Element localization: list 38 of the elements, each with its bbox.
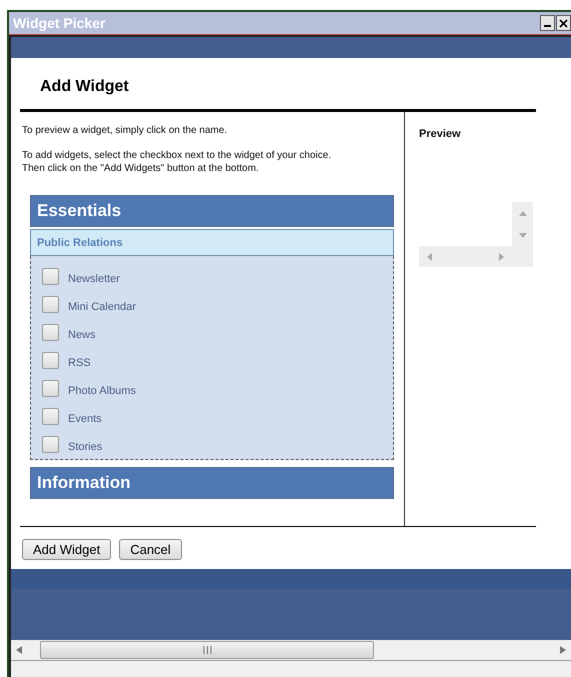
- widget-checkbox[interactable]: [42, 352, 59, 369]
- scroll-right-icon[interactable]: [499, 252, 504, 260]
- group-header[interactable]: Public Relations: [30, 229, 394, 256]
- add-widget-button[interactable]: Add Widget: [22, 539, 112, 560]
- instruction-text: To add widgets, select the checkbox next to the widget of your choice. Then click on the "Add Widgets" button at the bottom.: [22, 149, 332, 175]
- close-button[interactable]: [556, 15, 571, 31]
- widget-checkbox[interactable]: [42, 408, 59, 425]
- widget-name[interactable]: Stories: [68, 436, 102, 452]
- widget-name[interactable]: Mini Calendar: [68, 296, 136, 312]
- widget-checkbox[interactable]: [42, 380, 59, 397]
- scroll-left-icon[interactable]: [16, 646, 22, 654]
- scroll-down-icon[interactable]: [518, 232, 526, 238]
- window-title: Widget Picker: [13, 15, 106, 31]
- widget-name[interactable]: News: [68, 324, 96, 340]
- widget-name[interactable]: Events: [68, 408, 102, 424]
- widget-name[interactable]: Newsletter: [68, 268, 120, 284]
- preview-title: Preview: [419, 128, 462, 140]
- instruction-text: To preview a widget, simply click on the name.: [22, 124, 228, 137]
- vertical-scrollbar[interactable]: [512, 202, 533, 246]
- widget-checkbox[interactable]: [42, 324, 59, 341]
- widget-checkbox[interactable]: [42, 436, 59, 453]
- horizontal-scrollbar[interactable]: [419, 246, 512, 267]
- horizontal-scrollbar[interactable]: [11, 640, 571, 661]
- scroll-left-icon[interactable]: [427, 252, 432, 260]
- scroll-thumb[interactable]: [40, 641, 374, 659]
- widget-name[interactable]: RSS: [68, 352, 91, 368]
- widget-name[interactable]: Photo Albums: [68, 380, 136, 396]
- minimize-button[interactable]: [540, 15, 555, 31]
- scroll-right-icon[interactable]: [560, 646, 566, 654]
- widget-checkbox[interactable]: [42, 268, 59, 285]
- category-header[interactable]: Essentials: [30, 195, 394, 227]
- category-header[interactable]: Information: [30, 467, 394, 499]
- dialog-heading: Add Widget: [40, 78, 130, 97]
- scroll-up-icon[interactable]: [518, 210, 526, 216]
- grip-icon: [202, 646, 212, 654]
- cancel-button[interactable]: Cancel: [119, 539, 182, 560]
- widget-checkbox[interactable]: [42, 296, 59, 313]
- close-icon: [559, 18, 568, 28]
